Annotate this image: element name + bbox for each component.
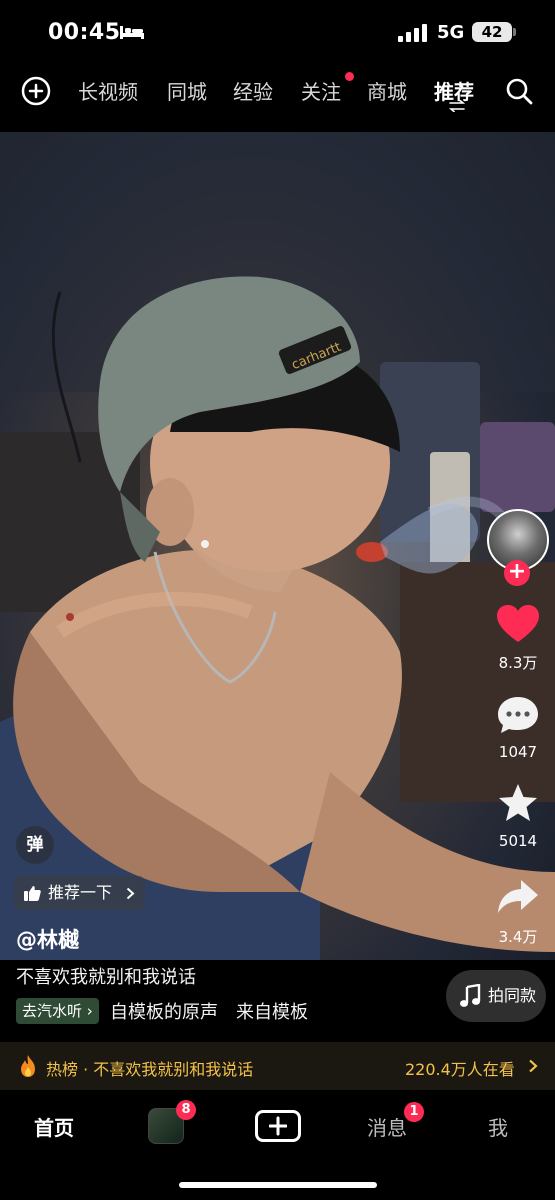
favorites-count: 5014 (498, 832, 538, 850)
tab-following[interactable]: 关注 (301, 76, 341, 105)
bottom-tab-bar: 首页 8 消息 1 我 (0, 1090, 555, 1200)
search-icon[interactable] (504, 76, 534, 106)
tab-nearby[interactable]: 同城 (167, 76, 207, 105)
battery-icon: 42 (472, 22, 512, 42)
share-icon[interactable] (496, 877, 540, 917)
comments-count: 1047 (498, 743, 538, 761)
music-note-icon (460, 984, 481, 1007)
chevron-right-icon (529, 1059, 538, 1073)
video-frame: carhartt (0, 132, 555, 960)
sound-name[interactable]: 自模板的原声 来自模板 (110, 998, 308, 1024)
hot-list-bar[interactable]: 热榜 · 不喜欢我就别和我说话 220.4万人在看 (0, 1042, 555, 1090)
video-player[interactable]: carhartt (0, 132, 555, 960)
status-bar: 00:45 5G 42 (0, 0, 555, 62)
thumbs-up-icon (24, 886, 41, 901)
status-time: 00:45 (48, 20, 121, 45)
switch-feed-icon[interactable] (448, 100, 466, 112)
tab-mall[interactable]: 商城 (367, 76, 407, 105)
tab-experience[interactable]: 经验 (233, 76, 273, 105)
sleep-mode-icon (120, 26, 144, 39)
shares-count: 3.4万 (498, 928, 538, 946)
danmu-button[interactable]: 弹 (16, 826, 54, 864)
fire-icon (21, 1055, 35, 1077)
battery-tip (513, 28, 516, 36)
creator-username[interactable]: @林樾 (16, 924, 79, 954)
heart-icon[interactable] (496, 604, 540, 644)
cellular-signal-icon (398, 24, 427, 42)
follow-plus-button[interactable]: + (504, 560, 530, 586)
video-caption: 不喜欢我就别和我说话 (16, 967, 196, 988)
sound-tag-label: 去汽水听 (22, 1002, 83, 1020)
shoot-same-button[interactable]: 拍同款 (446, 970, 546, 1022)
listen-in-soda-tag[interactable]: 去汽水听 › (16, 998, 99, 1024)
hot-list-text: 热榜 · 不喜欢我就别和我说话 (46, 1060, 254, 1079)
recommend-button[interactable]: 推荐一下 (14, 876, 145, 910)
comment-icon[interactable] (496, 695, 540, 735)
following-notification-dot (345, 72, 354, 81)
viewers-count: 220.4万人在看 (405, 1060, 515, 1079)
plus-icon (269, 1116, 287, 1136)
network-type: 5G (437, 22, 465, 43)
tab-long-video[interactable]: 长视频 (78, 76, 138, 105)
tab-me[interactable]: 我 (488, 1112, 508, 1141)
tab-home[interactable]: 首页 (34, 1112, 74, 1141)
star-icon[interactable] (496, 783, 540, 823)
create-button[interactable] (255, 1110, 301, 1142)
friends-badge: 8 (176, 1100, 196, 1120)
chevron-right-icon (126, 887, 135, 900)
shoot-same-label: 拍同款 (488, 986, 537, 1005)
likes-count: 8.3万 (498, 654, 538, 672)
messages-badge: 1 (404, 1102, 424, 1122)
sound-tag-chevron-icon: › (86, 1002, 93, 1020)
tab-messages[interactable]: 消息 (367, 1112, 407, 1141)
top-nav: 长视频 同城 经验 关注 商城 推荐 (0, 62, 555, 122)
home-indicator[interactable] (179, 1182, 377, 1188)
plus-circle-icon[interactable] (21, 76, 51, 106)
recommend-label: 推荐一下 (48, 883, 113, 902)
